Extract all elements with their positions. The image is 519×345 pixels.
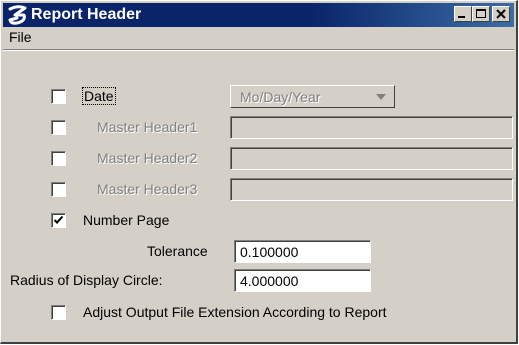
date-label: Date	[82, 87, 116, 105]
master-header3-field[interactable]	[230, 178, 513, 201]
master-header3-checkbox[interactable]	[51, 182, 66, 197]
menu-file[interactable]: File	[9, 28, 32, 46]
menu-divider	[3, 49, 514, 51]
app-logo-icon	[8, 5, 27, 25]
date-checkbox[interactable]	[51, 89, 66, 104]
checkmark-icon	[53, 215, 64, 224]
number-page-checkbox[interactable]	[51, 213, 66, 228]
radius-label: Radius of Display Circle:	[10, 272, 163, 288]
chevron-down-icon	[376, 94, 386, 100]
radius-field[interactable]: 4.000000	[234, 269, 371, 292]
close-button[interactable]	[492, 6, 510, 22]
master-header2-checkbox[interactable]	[51, 151, 66, 166]
minimize-icon	[458, 16, 465, 18]
date-format-value: Mo/Day/Year	[240, 89, 321, 105]
date-format-dropdown[interactable]: Mo/Day/Year	[230, 85, 395, 108]
master-header1-label: Master Header1	[97, 119, 198, 135]
close-icon	[496, 9, 506, 19]
tolerance-field[interactable]: 0.100000	[234, 240, 371, 263]
master-header2-label: Master Header2	[97, 150, 198, 166]
number-page-label: Number Page	[83, 212, 170, 228]
master-header1-field[interactable]	[230, 116, 513, 139]
minimize-button[interactable]	[454, 6, 472, 22]
maximize-button[interactable]	[472, 6, 490, 22]
report-header-window: Report Header File Date Mo/Day/Year Mast…	[0, 0, 518, 344]
maximize-icon	[476, 9, 486, 18]
master-header2-field[interactable]	[230, 147, 513, 170]
adjust-extension-label: Adjust Output File Extension According t…	[83, 304, 387, 320]
adjust-extension-checkbox[interactable]	[51, 305, 66, 320]
window-title: Report Header	[31, 6, 142, 23]
master-header1-checkbox[interactable]	[51, 120, 66, 135]
tolerance-label: Tolerance	[147, 243, 208, 259]
master-header3-label: Master Header3	[97, 181, 198, 197]
title-bar[interactable]: Report Header	[3, 3, 514, 27]
menu-bar: File	[3, 27, 514, 47]
